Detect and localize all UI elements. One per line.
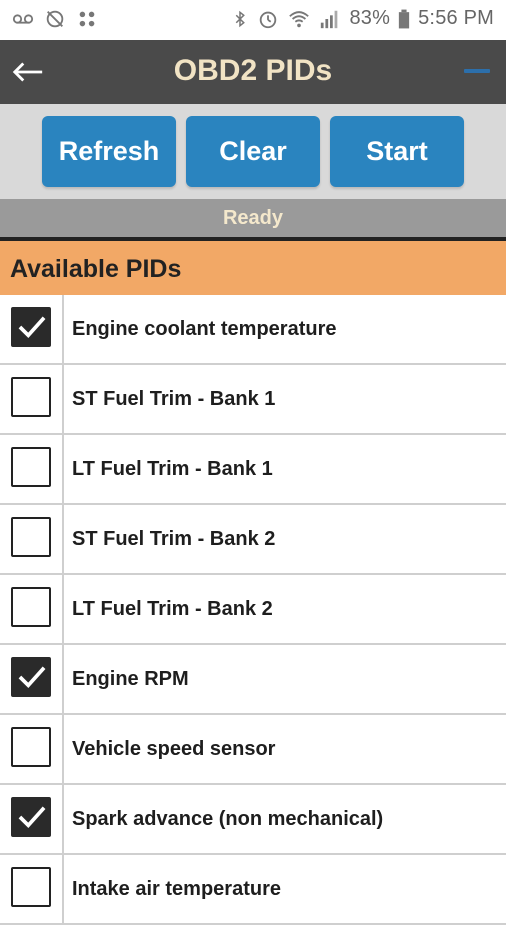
start-button[interactable]: Start: [330, 116, 464, 187]
refresh-button[interactable]: Refresh: [42, 116, 176, 187]
list-item[interactable]: Spark advance (non mechanical): [0, 785, 506, 853]
pid-checkbox[interactable]: [11, 307, 51, 347]
battery-icon: [398, 9, 410, 28]
action-toolbar: Refresh Clear Start: [0, 104, 506, 199]
status-bar: 83% 5:56 PM: [0, 0, 506, 40]
label-cell: ST Fuel Trim - Bank 2: [64, 505, 506, 573]
list-item[interactable]: ST Fuel Trim - Bank 2: [0, 505, 506, 573]
pid-list: Engine coolant temperature ST Fuel Trim -…: [0, 295, 506, 925]
list-item[interactable]: ST Fuel Trim - Bank 1: [0, 365, 506, 433]
clock: 5:56 PM: [418, 7, 494, 29]
list-item[interactable]: Intake air temperature: [0, 855, 506, 923]
section-header: Available PIDs: [0, 241, 506, 295]
pid-label: ST Fuel Trim - Bank 1: [72, 387, 276, 410]
list-item[interactable]: LT Fuel Trim - Bank 1: [0, 435, 506, 503]
pid-checkbox[interactable]: [11, 447, 51, 487]
bluetooth-icon: [236, 10, 246, 27]
pid-checkbox[interactable]: [11, 797, 51, 837]
checkmark-icon: [18, 316, 46, 339]
label-cell: LT Fuel Trim - Bank 1: [64, 435, 506, 503]
pid-checkbox[interactable]: [11, 517, 51, 557]
app-header: OBD2 PIDs: [0, 40, 506, 104]
label-cell: Vehicle speed sensor: [64, 715, 506, 783]
apps-grid-icon: [79, 11, 95, 27]
voicemail-icon: [12, 14, 34, 24]
list-item[interactable]: Engine RPM: [0, 645, 506, 713]
pid-label: Engine coolant temperature: [72, 317, 337, 340]
pid-label: Intake air temperature: [72, 877, 281, 900]
checkbox-cell: [0, 505, 62, 573]
wifi-icon: [289, 10, 310, 27]
alarm-icon: [260, 11, 277, 28]
label-cell: Engine coolant temperature: [64, 295, 506, 363]
checkmark-icon: [18, 666, 46, 689]
label-cell: Intake air temperature: [64, 855, 506, 923]
pid-label: Engine RPM: [72, 667, 189, 690]
pid-checkbox[interactable]: [11, 657, 51, 697]
pid-label: LT Fuel Trim - Bank 1: [72, 457, 273, 480]
label-cell: ST Fuel Trim - Bank 1: [64, 365, 506, 433]
menu-button[interactable]: [462, 64, 492, 78]
checkbox-cell: [0, 785, 62, 853]
checkbox-cell: [0, 365, 62, 433]
checkmark-icon: [18, 806, 46, 829]
pid-label: ST Fuel Trim - Bank 2: [72, 527, 276, 550]
status-bar-right: 83% 5:56 PM: [231, 7, 494, 30]
status-bar-left: [12, 8, 98, 30]
label-cell: Spark advance (non mechanical): [64, 785, 506, 853]
pid-checkbox[interactable]: [11, 377, 51, 417]
pid-checkbox[interactable]: [11, 867, 51, 907]
no-location-icon: [46, 10, 64, 28]
pid-label: LT Fuel Trim - Bank 2: [72, 597, 273, 620]
list-item[interactable]: LT Fuel Trim - Bank 2: [0, 575, 506, 643]
section-title: Available PIDs: [10, 255, 182, 283]
label-cell: Engine RPM: [64, 645, 506, 713]
checkbox-cell: [0, 295, 62, 363]
checkbox-cell: [0, 855, 62, 923]
signal-icon: [321, 10, 338, 28]
pid-checkbox[interactable]: [11, 587, 51, 627]
checkbox-cell: [0, 435, 62, 503]
list-item[interactable]: Engine coolant temperature: [0, 295, 506, 363]
checkbox-cell: [0, 575, 62, 643]
status-text: Ready: [0, 199, 506, 237]
clear-button[interactable]: Clear: [186, 116, 320, 187]
pid-label: Spark advance (non mechanical): [72, 807, 384, 830]
list-item[interactable]: Vehicle speed sensor: [0, 715, 506, 783]
menu-icon: [464, 69, 490, 73]
checkbox-cell: [0, 645, 62, 713]
pid-label: Vehicle speed sensor: [72, 737, 276, 760]
checkbox-cell: [0, 715, 62, 783]
pid-checkbox[interactable]: [11, 727, 51, 767]
label-cell: LT Fuel Trim - Bank 2: [64, 575, 506, 643]
battery-percent: 83%: [349, 7, 391, 29]
page-title: OBD2 PIDs: [173, 54, 333, 87]
